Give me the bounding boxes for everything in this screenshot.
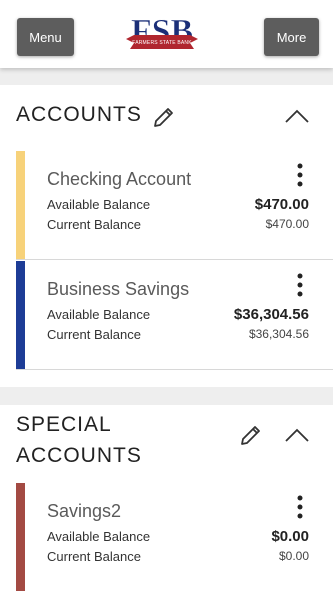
- account-row[interactable]: Checking Account Available Balance $470.…: [16, 151, 333, 260]
- chevron-up-icon[interactable]: [284, 108, 310, 124]
- bank-logo: FSB FARMERS STATE BANK: [124, 9, 200, 61]
- account-name: Savings2: [47, 501, 122, 521]
- current-balance-value: $0.00: [278, 549, 309, 563]
- account-name: Checking Account: [47, 169, 192, 189]
- available-balance-label: Available Balance: [47, 197, 151, 212]
- available-balance-value: $0.00: [271, 528, 309, 545]
- app-header: Menu FSB FARMERS STATE BANK More: [0, 0, 333, 68]
- current-balance-label: Current Balance: [47, 327, 141, 342]
- current-balance-value: $470.00: [265, 217, 309, 231]
- account-row[interactable]: Business Savings Available Balance $36,3…: [16, 261, 333, 370]
- account-name: Business Savings: [47, 279, 190, 299]
- special-accounts-card: SPECIAL ACCOUNTS Savings2 Available Bala…: [0, 405, 333, 592]
- available-balance-value: $470.00: [254, 196, 309, 213]
- available-balance-label: Available Balance: [47, 529, 151, 544]
- section-title-accounts: ACCOUNTS: [16, 103, 142, 126]
- more-vertical-icon[interactable]: [296, 494, 304, 520]
- more-vertical-icon[interactable]: [296, 272, 304, 298]
- menu-button[interactable]: Menu: [17, 18, 74, 56]
- account-color-bar: [16, 261, 25, 369]
- account-color-bar: [16, 151, 25, 259]
- current-balance-label: Current Balance: [47, 217, 141, 232]
- pencil-icon[interactable]: [239, 423, 263, 447]
- current-balance-value: $36,304.56: [248, 327, 309, 341]
- account-color-bar: [16, 483, 25, 591]
- pencil-icon[interactable]: [152, 105, 176, 129]
- chevron-up-icon[interactable]: [284, 427, 310, 443]
- account-row[interactable]: Savings2 Available Balance $0.00 Current…: [16, 483, 333, 591]
- section-title-special-line1: SPECIAL: [16, 413, 112, 436]
- accounts-card: ACCOUNTS Checking Account Available Bala…: [0, 85, 333, 387]
- section-title-special-line2: ACCOUNTS: [16, 444, 142, 467]
- more-vertical-icon[interactable]: [296, 162, 304, 188]
- available-balance-value: $36,304.56: [233, 306, 309, 323]
- more-button[interactable]: More: [264, 18, 319, 56]
- current-balance-label: Current Balance: [47, 549, 141, 564]
- logo-banner: FARMERS STATE BANK: [132, 40, 192, 46]
- available-balance-label: Available Balance: [47, 307, 151, 322]
